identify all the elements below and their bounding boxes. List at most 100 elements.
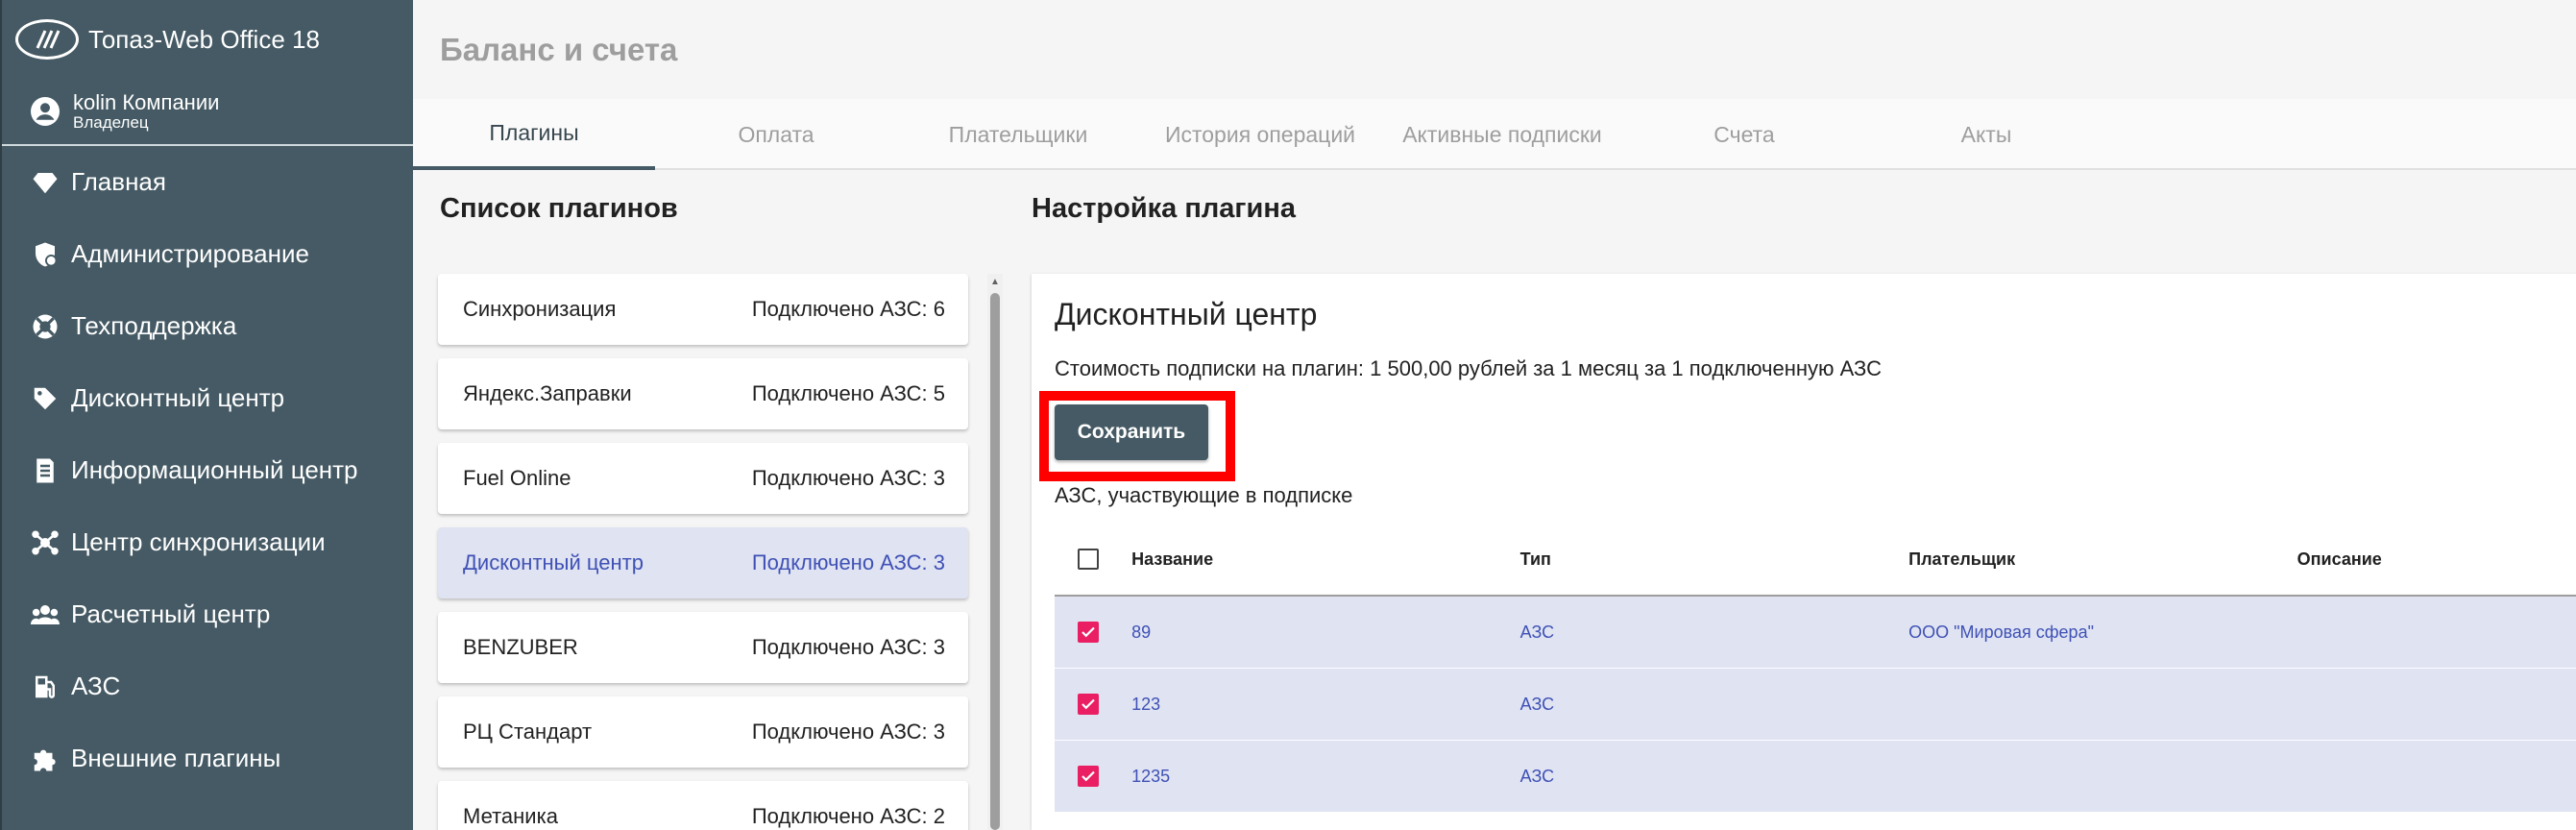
cell-name: 1235	[1131, 766, 1171, 786]
table-row[interactable]: 123 АЗС	[1055, 669, 2576, 741]
save-button[interactable]: Сохранить	[1055, 404, 1208, 460]
sidebar-item-label: АЗС	[71, 671, 121, 700]
sidebar-item-label: Центр синхронизации	[71, 527, 326, 556]
plugin-name: РЦ Стандарт	[463, 720, 593, 744]
cell-name: 123	[1131, 694, 1161, 714]
plugin-name: Дисконтный центр	[463, 550, 644, 574]
plugin-item[interactable]: Метаника Подключено АЗС: 2	[438, 781, 968, 830]
scrollbar-thumb[interactable]	[990, 293, 1000, 830]
table-header: Название Тип Плательщик Описание	[1055, 524, 2576, 597]
sidebar: Топаз-Web Office 18 kolin Компании Владе…	[0, 0, 413, 830]
sidebar-item-info-center[interactable]: Информационный центр	[2, 434, 413, 506]
user-role: Владелец	[73, 113, 149, 132]
checkmark-icon	[1081, 626, 1095, 638]
account-icon	[31, 97, 60, 126]
page-header: Баланс и счета	[413, 0, 2576, 99]
sidebar-item-label: Администрирование	[71, 239, 309, 268]
fuel-pump-icon	[29, 671, 61, 703]
plugin-item[interactable]: Яндекс.Заправки Подключено АЗС: 5	[438, 358, 968, 429]
tab-payment[interactable]: Оплата	[655, 99, 897, 170]
column-header-name[interactable]: Название	[1131, 549, 1520, 570]
users-icon	[29, 598, 61, 631]
sidebar-item-administration[interactable]: Администрирование	[2, 218, 413, 290]
network-icon	[29, 526, 61, 559]
row-checkbox-checked[interactable]	[1078, 766, 1099, 787]
document-icon	[29, 454, 61, 487]
plugin-azs-count: Подключено АЗС: 2	[751, 804, 945, 828]
sidebar-item-main[interactable]: Главная	[2, 146, 413, 218]
plugin-name: Метаника	[463, 804, 558, 828]
topaz-logo-icon	[15, 19, 79, 60]
sidebar-item-settlement-center[interactable]: Расчетный центр	[2, 578, 413, 650]
table-row[interactable]: 89 АЗС ООО "Мировая сфера"	[1055, 597, 2576, 669]
plugin-azs-count: Подключено АЗС: 3	[751, 466, 945, 490]
plugin-settings-title: Настройка плагина	[1032, 193, 1296, 224]
plugin-name: Синхронизация	[463, 297, 617, 321]
sidebar-item-external-plugins[interactable]: Внешние плагины	[2, 722, 413, 794]
sidebar-item-azs[interactable]: АЗС	[2, 650, 413, 722]
plugin-name: Fuel Online	[463, 466, 571, 490]
select-all-checkbox[interactable]	[1078, 549, 1099, 570]
plugin-azs-count: Подключено АЗС: 5	[751, 381, 945, 405]
table-row[interactable]: 1235 АЗС	[1055, 741, 2576, 813]
checkmark-icon	[1081, 698, 1095, 710]
cell-payer: ООО "Мировая сфера"	[1908, 622, 2094, 642]
plugin-item[interactable]: Fuel Online Подключено АЗС: 3	[438, 443, 968, 514]
main-content: Баланс и счета Плагины Оплата Плательщик…	[413, 0, 2576, 830]
tab-acts[interactable]: Акты	[1865, 99, 2107, 170]
puzzle-icon	[29, 743, 61, 775]
tab-payers[interactable]: Плательщики	[897, 99, 1139, 170]
sidebar-item-label: Техподдержка	[71, 311, 237, 340]
user-name: kolin Компании	[73, 90, 220, 114]
sidebar-item-label: Информационный центр	[71, 455, 358, 484]
tab-active-subscriptions[interactable]: Активные подписки	[1381, 99, 1623, 170]
tab-operation-history[interactable]: История операций	[1139, 99, 1381, 170]
tab-bar: Плагины Оплата Плательщики История опера…	[413, 99, 2576, 170]
subscription-price-text: Стоимость подписки на плагин: 1 500,00 р…	[1055, 356, 1882, 380]
cell-type: АЗС	[1519, 766, 1555, 786]
plugin-azs-count: Подключено АЗС: 3	[751, 635, 945, 659]
shield-gear-icon	[29, 238, 61, 271]
user-profile[interactable]: kolin Компании Владелец	[2, 79, 413, 146]
plugin-list: Синхронизация Подключено АЗС: 6 Яндекс.З…	[438, 274, 968, 830]
column-header-description[interactable]: Описание	[2297, 549, 2576, 570]
plugin-settings-card: Дисконтный центр Стоимость подписки на п…	[1032, 274, 2576, 830]
sidebar-item-support[interactable]: Техподдержка	[2, 290, 413, 362]
cell-type: АЗС	[1519, 694, 1555, 714]
azs-table: Название Тип Плательщик Описание 89 АЗС …	[1055, 524, 2576, 813]
tab-plugins[interactable]: Плагины	[413, 99, 655, 170]
tag-icon	[29, 382, 61, 415]
plugin-item[interactable]: РЦ Стандарт Подключено АЗС: 3	[438, 696, 968, 768]
plugin-azs-count: Подключено АЗС: 3	[751, 550, 945, 574]
sidebar-item-discount-center[interactable]: Дисконтный центр	[2, 362, 413, 434]
sidebar-item-label: Расчетный центр	[71, 599, 271, 628]
plugin-list-panel: Список плагинов Синхронизация Подключено…	[413, 170, 1016, 830]
plugin-item[interactable]: Синхронизация Подключено АЗС: 6	[438, 274, 968, 345]
scroll-up-arrow-icon[interactable]: ▲	[987, 274, 1003, 289]
selected-plugin-name: Дисконтный центр	[1055, 297, 1318, 331]
plugin-item-selected[interactable]: Дисконтный центр Подключено АЗС: 3	[438, 527, 968, 598]
plugin-name: Яндекс.Заправки	[463, 381, 632, 405]
plugin-list-scrollbar[interactable]: ▲	[987, 274, 1003, 830]
page-title: Баланс и счета	[440, 31, 678, 67]
sidebar-item-label: Дисконтный центр	[71, 383, 285, 412]
brand[interactable]: Топаз-Web Office 18	[2, 0, 413, 79]
diamond-icon	[29, 166, 61, 199]
row-checkbox-checked[interactable]	[1078, 694, 1099, 715]
plugin-name: BENZUBER	[463, 635, 578, 659]
azs-subscription-label: АЗС, участвующие в подписке	[1055, 483, 1353, 507]
checkmark-icon	[1081, 770, 1095, 782]
cell-type: АЗС	[1519, 622, 1555, 642]
plugin-settings-panel: Настройка плагина Дисконтный центр Стоим…	[1016, 170, 2576, 830]
column-header-payer[interactable]: Плательщик	[1908, 549, 2297, 570]
plugin-azs-count: Подключено АЗС: 6	[751, 297, 945, 321]
plugin-item[interactable]: BENZUBER Подключено АЗС: 3	[438, 612, 968, 683]
row-checkbox-checked[interactable]	[1078, 622, 1099, 643]
plugin-list-title: Список плагинов	[440, 193, 678, 224]
sidebar-item-label: Главная	[71, 167, 166, 196]
column-header-type[interactable]: Тип	[1520, 549, 1909, 570]
sidebar-item-sync-center[interactable]: Центр синхронизации	[2, 506, 413, 578]
tab-invoices[interactable]: Счета	[1623, 99, 1865, 170]
app-title: Топаз-Web Office 18	[88, 24, 320, 54]
plugin-azs-count: Подключено АЗС: 3	[751, 720, 945, 744]
